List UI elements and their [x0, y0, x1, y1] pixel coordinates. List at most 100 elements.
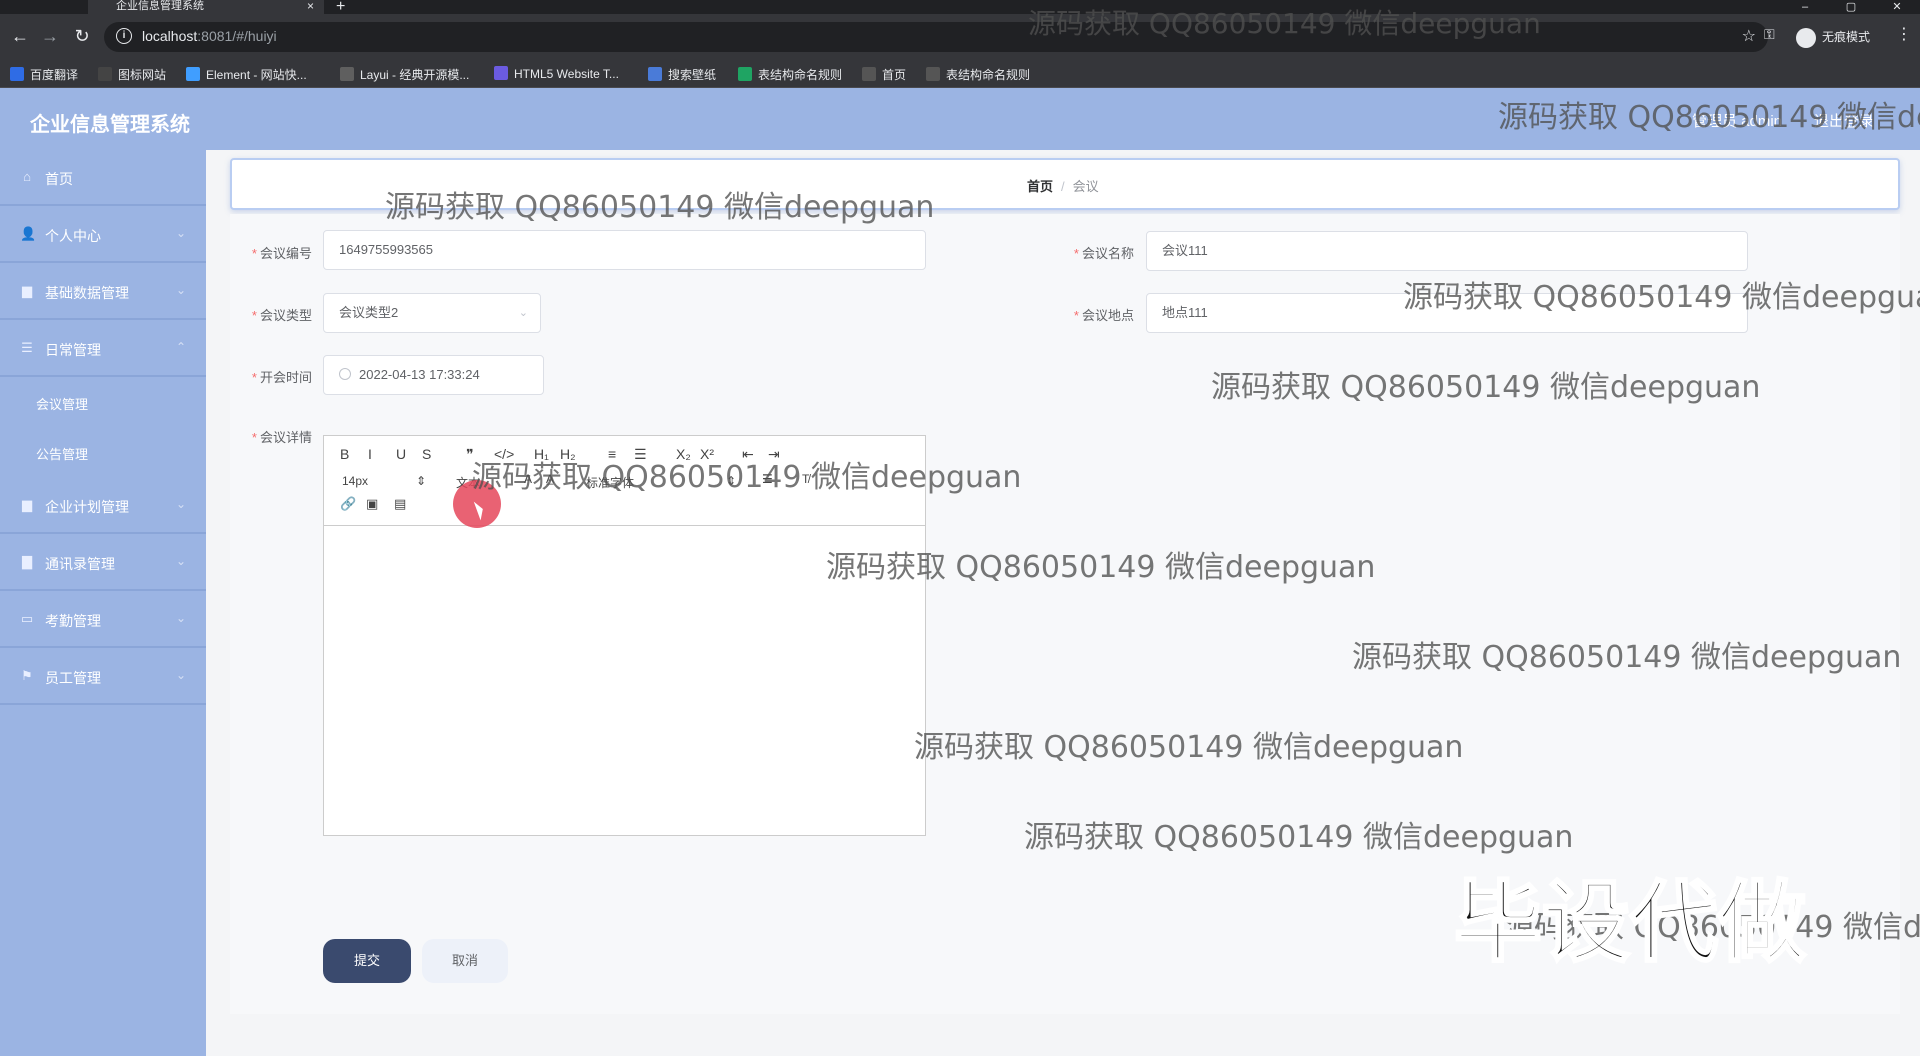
sidebar-item-label: 首页 — [45, 171, 73, 187]
bookmark-icon — [738, 67, 752, 81]
indent-icon[interactable]: ⇥ — [768, 446, 780, 463]
close-window-icon[interactable]: ✕ — [1874, 0, 1920, 13]
align-icon[interactable]: ☰ — [762, 472, 773, 486]
sidebar-subitem[interactable]: 公告管理 — [0, 428, 206, 478]
bold-icon[interactable]: B — [340, 446, 349, 462]
start-time-label: * 开会时间 — [251, 370, 312, 385]
chevron-icon: ⌄ — [175, 554, 186, 568]
sidebar-item[interactable]: ⚑ 员工管理 ⌄ — [0, 649, 206, 705]
superscript-icon[interactable]: X² — [700, 446, 714, 462]
bookmark-item[interactable]: Element - 网站快... — [186, 66, 307, 83]
sidebar-item[interactable]: ☰ 日常管理 ⌃ — [0, 321, 206, 377]
sidebar-item[interactable]: ▇ 通讯录管理 ⌄ — [0, 535, 206, 591]
font-size-select[interactable]: 14px — [342, 474, 368, 488]
breadcrumb: 首页 / 会议 — [1027, 176, 1099, 195]
url-text[interactable]: localhost:8081/#/huiyi — [142, 28, 277, 44]
quote-icon[interactable]: ❞ — [466, 446, 474, 463]
browser-tab[interactable]: 企业信息管理系统 × — [88, 0, 324, 14]
chevron-icon: ⌄ — [175, 611, 186, 625]
minimize-icon[interactable]: – — [1782, 1, 1828, 13]
breadcrumb-card: 首页 / 会议 — [230, 158, 1900, 210]
incognito-icon — [1796, 28, 1816, 48]
font-family-select[interactable]: 标准字体 — [586, 474, 634, 491]
bookmark-item[interactable]: Layui - 经典开源模... — [340, 66, 469, 83]
bookmarks-bar: 百度翻译 图标网站 Element - 网站快... Layui - 经典开源模...… — [0, 60, 1920, 88]
bookmark-item[interactable]: 图标网站 — [98, 66, 166, 83]
submit-button[interactable]: 提交 — [323, 939, 411, 983]
breadcrumb-current: 会议 — [1072, 179, 1099, 194]
underline-icon[interactable]: U — [396, 446, 406, 462]
heading2-icon[interactable]: H₂ — [560, 446, 576, 462]
sidebar-item[interactable]: ▆ 基础数据管理 ⌄ — [0, 264, 206, 320]
maximize-icon[interactable]: ▢ — [1828, 0, 1874, 13]
flag-icon: ⚑ — [21, 668, 33, 683]
sidebar-item[interactable]: ▭ 考勤管理 ⌄ — [0, 592, 206, 648]
bookmark-icon — [494, 66, 508, 80]
incognito-indicator[interactable]: 无痕模式 — [1796, 28, 1870, 48]
book-icon: ▇ — [22, 554, 32, 569]
monitor-icon: ▭ — [20, 611, 34, 626]
app-title: 企业信息管理系统 — [30, 114, 190, 136]
sidebar-item[interactable]: ⌂ 首页 — [0, 150, 206, 206]
bullet-list-icon[interactable]: ☰ — [634, 446, 647, 463]
tab-title: 企业信息管理系统 — [116, 0, 204, 12]
chevron-icon: ⌃ — [175, 340, 186, 354]
chevron-down-icon: ⌄ — [518, 307, 528, 319]
sidebar-item[interactable]: ▆ 企业计划管理 ⌄ — [0, 478, 206, 534]
logout-link[interactable]: 退出登录 — [1814, 110, 1874, 131]
address-bar[interactable]: i localhost:8081/#/huiyi ☆ — [104, 22, 1768, 52]
meeting-no-input[interactable]: 1649755993565 — [323, 230, 926, 270]
bookmark-icon — [340, 67, 354, 81]
bookmark-icon — [186, 67, 200, 81]
code-icon[interactable]: </> — [494, 446, 514, 462]
background-color-icon[interactable]: A̲ — [546, 472, 554, 486]
bookmark-label: 百度翻译 — [30, 68, 79, 82]
meeting-type-label: * 会议类型 — [251, 308, 312, 323]
clock-icon — [339, 368, 351, 380]
sidebar-subitem[interactable]: 会议管理 — [0, 378, 206, 428]
editor-content[interactable] — [324, 526, 925, 835]
bookmark-label: 首页 — [882, 68, 907, 82]
bookmark-item[interactable]: 百度翻译 — [10, 66, 78, 83]
bookmark-item[interactable]: HTML5 Website T... — [494, 66, 619, 81]
bookmark-star-icon[interactable]: ☆ — [1742, 26, 1756, 46]
heading1-icon[interactable]: H₁ — [534, 446, 549, 462]
tab-close-icon[interactable]: × — [307, 0, 314, 12]
meeting-type-select[interactable]: 会议类型2 ⌄ — [323, 293, 541, 333]
bookmark-icon — [648, 67, 662, 81]
link-icon[interactable]: 🔗 — [340, 496, 356, 512]
video-icon[interactable]: ▤ — [394, 496, 406, 512]
list-icon: ☰ — [21, 340, 33, 355]
meeting-no-label: * 会议编号 — [251, 246, 312, 261]
bookmark-item[interactable]: 表结构命名规则 — [926, 66, 1030, 83]
image-icon[interactable]: ▣ — [366, 496, 378, 512]
bookmark-item[interactable]: 搜索壁纸 — [648, 66, 716, 83]
start-time-picker[interactable]: 2022-04-13 17:33:24 — [323, 355, 544, 395]
strikethrough-icon[interactable]: S — [422, 446, 431, 462]
font-color-icon[interactable]: A — [524, 472, 532, 486]
ordered-list-icon[interactable]: ≡ — [608, 446, 616, 462]
meeting-name-input[interactable]: 会议111 — [1146, 231, 1748, 271]
briefcase-icon: ▆ — [22, 497, 32, 512]
breadcrumb-home[interactable]: 首页 — [1027, 179, 1053, 194]
bookmark-item[interactable]: 首页 — [862, 66, 906, 83]
info-icon[interactable]: i — [116, 28, 132, 44]
subscript-icon[interactable]: X₂ — [676, 446, 691, 462]
key-icon[interactable]: ⚿ — [1764, 26, 1775, 43]
back-icon[interactable]: ← — [8, 24, 32, 48]
clear-format-icon[interactable]: T̸ — [802, 472, 809, 486]
more-menu-icon[interactable]: ⋮ — [1896, 24, 1912, 44]
sidebar-item-label: 个人中心 — [45, 228, 101, 244]
sidebar-item-label: 基础数据管理 — [45, 285, 129, 301]
forward-icon[interactable]: → — [38, 24, 62, 48]
italic-icon[interactable]: I — [368, 446, 372, 462]
cancel-button[interactable]: 取消 — [422, 939, 508, 983]
bookmark-label: HTML5 Website T... — [514, 67, 619, 81]
chevron-icon: ⌄ — [175, 668, 186, 682]
bookmark-label: Layui - 经典开源模... — [360, 68, 470, 82]
outdent-icon[interactable]: ⇤ — [742, 446, 754, 463]
location-input[interactable]: 地点111 — [1146, 293, 1748, 333]
sidebar-item[interactable]: 👤 个人中心 ⌄ — [0, 207, 206, 263]
bookmark-item[interactable]: 表结构命名规则 — [738, 66, 842, 83]
reload-icon[interactable]: ↻ — [70, 24, 94, 48]
